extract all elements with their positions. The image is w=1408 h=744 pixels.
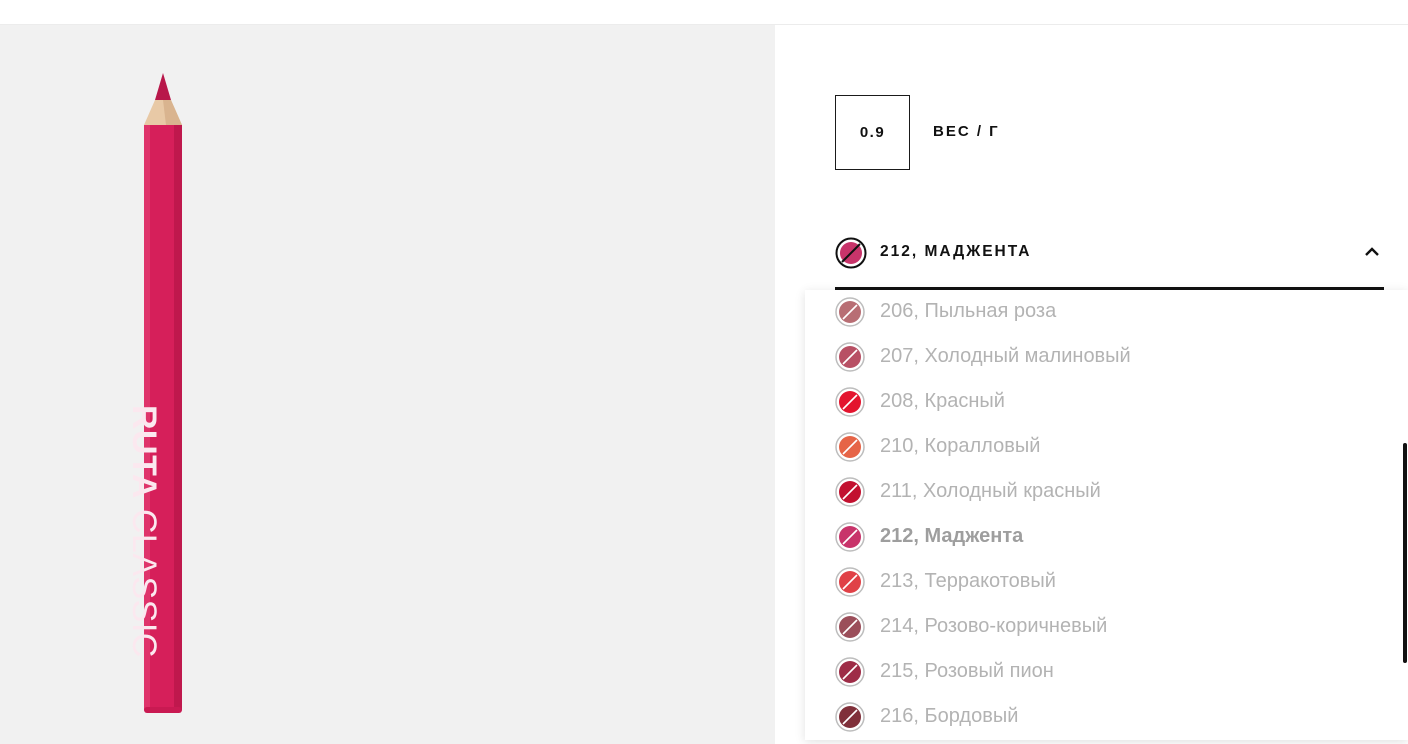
shade-option-label: 208, Красный: [880, 390, 1005, 412]
shade-option-label: 206, Пыльная роза: [880, 300, 1057, 322]
shade-option-label: 216, Бордовый: [880, 705, 1019, 727]
shade-option[interactable]: 207, Холодный малиновый: [835, 334, 1395, 379]
shade-swatch-icon: [835, 521, 865, 552]
shade-option-label: 210, Коралловый: [880, 435, 1041, 457]
shade-option[interactable]: 216, Бордовый: [835, 694, 1395, 739]
shade-swatch-icon: [835, 341, 865, 372]
shade-option[interactable]: 213, Терракотовый: [835, 559, 1395, 604]
shade-swatch-icon: [835, 476, 865, 507]
shade-option[interactable]: 215, Розовый пион: [835, 649, 1395, 694]
selected-shade-swatch-icon: [835, 237, 867, 269]
shade-swatch-icon: [835, 431, 865, 462]
shade-swatch-icon: [835, 296, 865, 327]
weight-option-button[interactable]: 0.9: [835, 95, 910, 170]
shade-option[interactable]: 210, Коралловый: [835, 424, 1395, 469]
shade-option[interactable]: 206, Пыльная роза: [835, 290, 1395, 334]
list-scrollbar[interactable]: [1403, 443, 1407, 663]
shade-swatch-icon: [835, 611, 865, 642]
shade-option[interactable]: 208, Красный: [835, 379, 1395, 424]
top-bar: [0, 0, 1408, 25]
shade-options-list[interactable]: 206, Пыльная роза 207, Холодный малиновый…: [805, 290, 1408, 740]
product-gallery[interactable]: RUTA CLASSIC: [0, 25, 775, 744]
weight-label: ВЕС / Г: [933, 123, 1000, 140]
shade-swatch-icon: [835, 656, 865, 687]
shade-option[interactable]: 211, Холодный красный: [835, 469, 1395, 514]
shade-dropdown-toggle[interactable]: 212, МАДЖЕНТА: [835, 233, 1384, 290]
chevron-up-icon: [1365, 247, 1379, 256]
shade-option-label: 213, Терракотовый: [880, 570, 1056, 592]
shade-option-label: 207, Холодный малиновый: [880, 345, 1131, 367]
shade-swatch-icon: [835, 566, 865, 597]
shade-option-label: 214, Розово-коричневый: [880, 615, 1108, 637]
selected-shade-label: 212, МАДЖЕНТА: [880, 243, 1032, 260]
shade-option[interactable]: 214, Розово-коричневый: [835, 604, 1395, 649]
shade-option-label: 212, Маджента: [880, 525, 1024, 547]
shade-swatch-icon: [835, 386, 865, 417]
shade-option-label: 215, Розовый пион: [880, 660, 1054, 682]
pencil-brand-text: RUTA CLASSIC: [125, 405, 163, 658]
shade-option[interactable]: 212, Маджента: [835, 514, 1395, 559]
shade-swatch-icon: [835, 701, 865, 732]
shade-option-label: 211, Холодный красный: [880, 480, 1101, 502]
product-image-pencil: [144, 73, 182, 713]
